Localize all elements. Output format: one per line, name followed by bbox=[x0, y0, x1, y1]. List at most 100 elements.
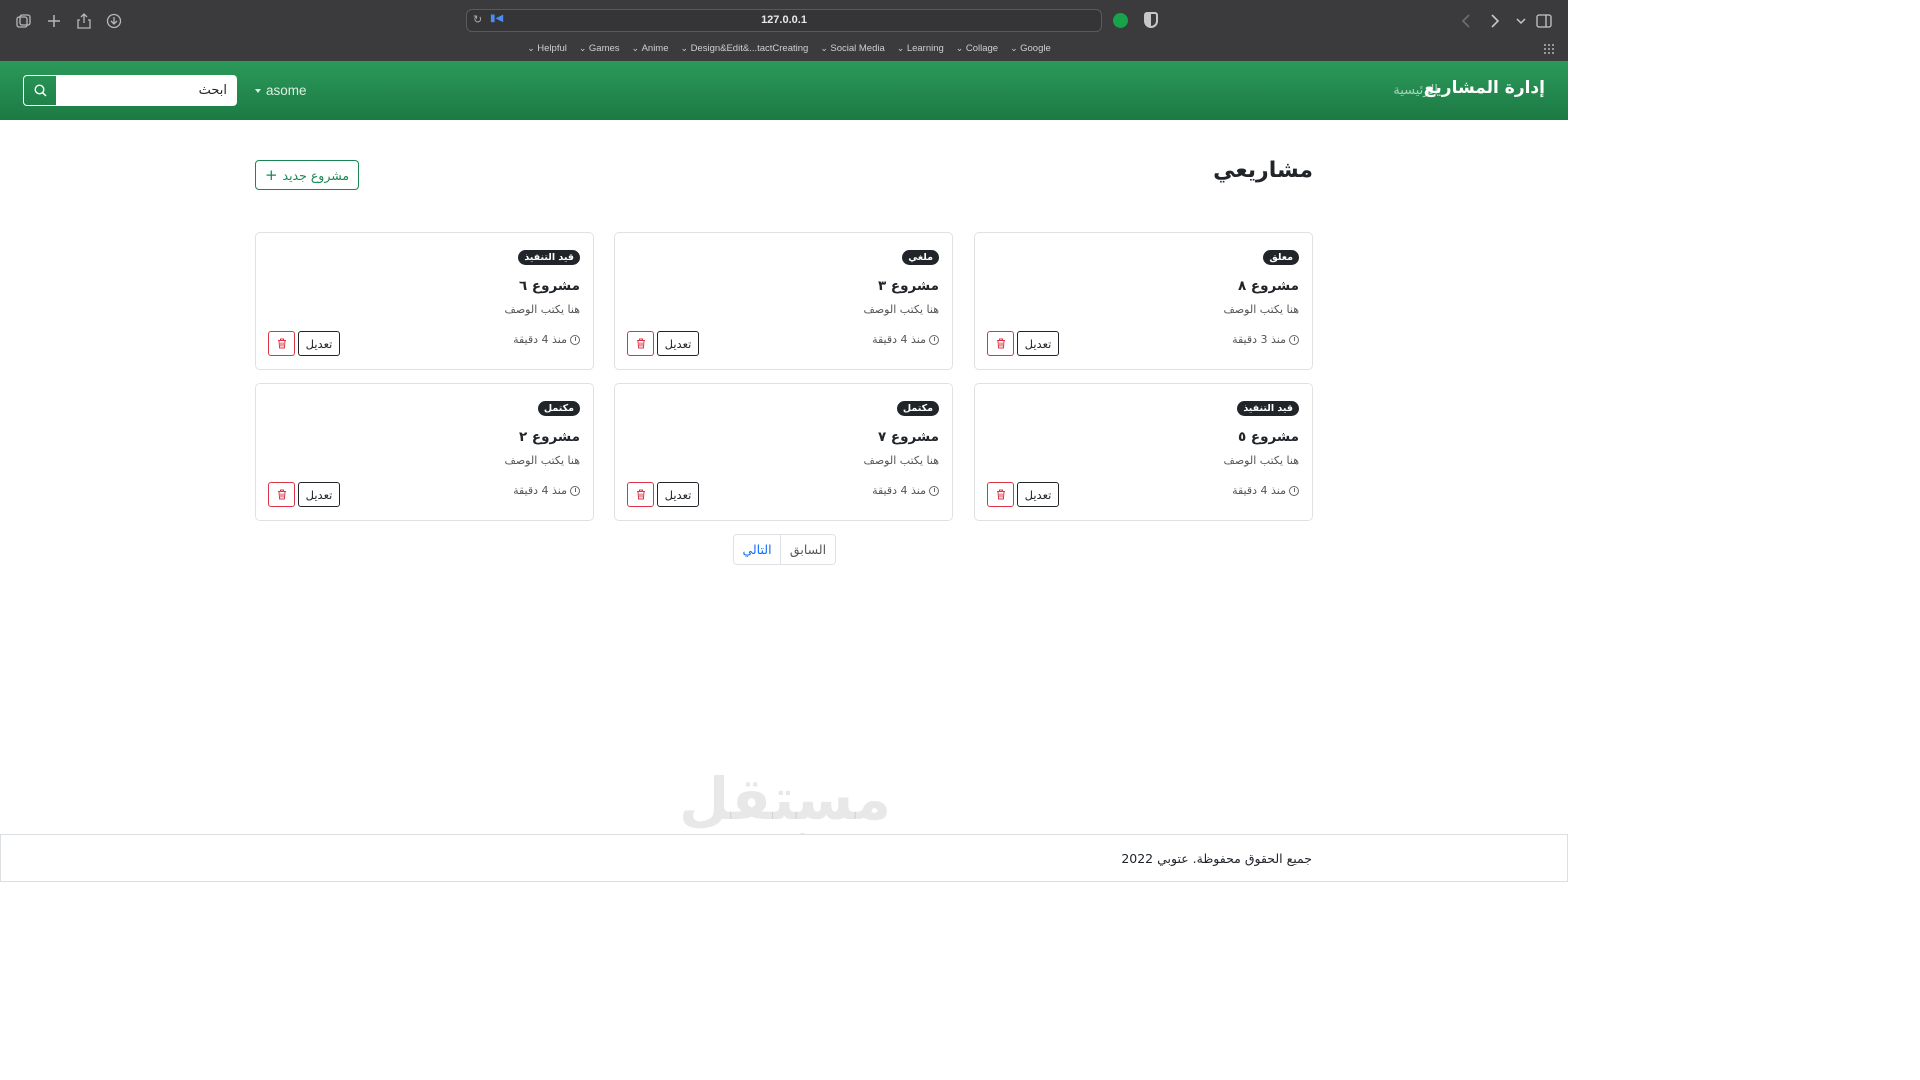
download-icon[interactable] bbox=[103, 10, 125, 32]
sidebar-toggle-icon[interactable] bbox=[1533, 10, 1555, 32]
clock-icon bbox=[929, 334, 939, 345]
clock-icon bbox=[1289, 485, 1299, 496]
project-description: هنا يكتب الوصف bbox=[504, 454, 580, 467]
user-dropdown[interactable]: asome bbox=[255, 83, 307, 98]
project-title: مشروع ٧ bbox=[877, 429, 939, 445]
delete-button[interactable] bbox=[627, 331, 654, 356]
project-description: هنا يكتب الوصف bbox=[504, 303, 580, 316]
watermark-arabic: مستقل bbox=[678, 765, 892, 833]
edit-button[interactable]: تعديل bbox=[657, 482, 699, 507]
chevron-down-icon[interactable] bbox=[1510, 10, 1532, 32]
status-badge: قيد التنفيذ bbox=[1237, 401, 1299, 416]
status-badge: مكتمل bbox=[896, 401, 939, 416]
project-card: ملغي مشروع ٣ هنا يكتب الوصف منذ 4 دقيقة … bbox=[614, 232, 953, 370]
footer-text: جميع الحقوق محفوظة. عتوبي 2022 bbox=[1121, 851, 1312, 866]
project-title: مشروع ٢ bbox=[518, 429, 580, 445]
bookmark-folder[interactable]: Anime bbox=[632, 43, 669, 57]
clock-icon bbox=[929, 485, 939, 496]
project-time: منذ 4 دقيقة bbox=[513, 333, 580, 346]
bookmark-folder[interactable]: Collage bbox=[956, 43, 998, 57]
edit-button[interactable]: تعديل bbox=[1017, 331, 1059, 356]
new-tab-icon[interactable] bbox=[43, 10, 65, 32]
project-card: قيد التنفيذ مشروع ٦ هنا يكتب الوصف منذ 4… bbox=[255, 232, 594, 370]
project-card: معلق مشروع ٨ هنا يكتب الوصف منذ 3 دقيقة … bbox=[974, 232, 1313, 370]
project-title: مشروع ٨ bbox=[1237, 278, 1299, 294]
project-card: مكتمل مشروع ٧ هنا يكتب الوصف منذ 4 دقيقة… bbox=[614, 383, 953, 521]
search-input[interactable] bbox=[56, 75, 237, 106]
bookmark-folder[interactable]: Games bbox=[579, 43, 620, 57]
extension-icon[interactable] bbox=[1113, 13, 1128, 28]
pagination: التالي السابق bbox=[733, 534, 836, 565]
url-text: 127.0.0.1 bbox=[761, 14, 807, 26]
share-icon[interactable] bbox=[73, 10, 95, 32]
nav-home-link[interactable]: الرئيسية bbox=[1393, 83, 1438, 98]
project-time: منذ 4 دقيقة bbox=[872, 484, 939, 497]
trash-icon bbox=[996, 338, 1005, 349]
caret-down-icon bbox=[255, 88, 261, 93]
new-project-button[interactable]: مشروع جديد + bbox=[255, 160, 359, 190]
clock-icon bbox=[1289, 334, 1299, 345]
trash-icon bbox=[996, 489, 1005, 500]
browser-toolbar: ↻ ▮◀ 127.0.0.1 Helpful Games Anime Desig… bbox=[0, 0, 1568, 61]
new-project-label: مشروع جديد bbox=[282, 167, 350, 183]
project-description: هنا يكتب الوصف bbox=[1223, 454, 1299, 467]
status-badge: قيد التنفيذ bbox=[518, 250, 580, 265]
clock-icon bbox=[570, 485, 580, 496]
time-text: منذ 4 دقيقة bbox=[872, 484, 926, 497]
project-time: منذ 4 دقيقة bbox=[513, 484, 580, 497]
forward-icon[interactable] bbox=[1484, 10, 1506, 32]
prev-page-link[interactable]: السابق bbox=[781, 535, 835, 564]
project-description: هنا يكتب الوصف bbox=[1223, 303, 1299, 316]
project-description: هنا يكتب الوصف bbox=[863, 454, 939, 467]
trash-icon bbox=[277, 489, 286, 500]
project-title: مشروع ٦ bbox=[518, 278, 580, 294]
project-description: هنا يكتب الوصف bbox=[863, 303, 939, 316]
bookmarks-bar: Helpful Games Anime Design&Edit&...tactC… bbox=[0, 43, 1568, 57]
trash-icon bbox=[277, 338, 286, 349]
project-title: مشروع ٥ bbox=[1237, 429, 1299, 445]
edit-button[interactable]: تعديل bbox=[657, 331, 699, 356]
footer: جميع الحقوق محفوظة. عتوبي 2022 bbox=[0, 834, 1568, 882]
search-icon bbox=[33, 84, 47, 97]
bookmark-folder[interactable]: Google bbox=[1010, 43, 1051, 57]
status-badge: ملغي bbox=[902, 250, 939, 265]
bookmark-folder[interactable]: Helpful bbox=[527, 43, 567, 57]
app-navbar: إدارة المشاريع الرئيسية asome bbox=[0, 61, 1568, 120]
project-time: منذ 4 دقيقة bbox=[872, 333, 939, 346]
time-text: منذ 4 دقيقة bbox=[872, 333, 926, 346]
project-time: منذ 4 دقيقة bbox=[1232, 484, 1299, 497]
project-card: مكتمل مشروع ٢ هنا يكتب الوصف منذ 4 دقيقة… bbox=[255, 383, 594, 521]
trash-icon bbox=[636, 489, 645, 500]
bookmark-folder[interactable]: Learning bbox=[897, 43, 944, 57]
bookmark-folder[interactable]: Design&Edit&...tactCreating bbox=[681, 43, 809, 57]
edit-button[interactable]: تعديل bbox=[298, 482, 340, 507]
edit-button[interactable]: تعديل bbox=[1017, 482, 1059, 507]
trash-icon bbox=[636, 338, 645, 349]
address-bar[interactable]: ↻ ▮◀ 127.0.0.1 bbox=[466, 9, 1102, 32]
next-page-link[interactable]: التالي bbox=[734, 535, 781, 564]
delete-button[interactable] bbox=[268, 331, 295, 356]
back-icon[interactable] bbox=[1455, 10, 1477, 32]
delete-button[interactable] bbox=[268, 482, 295, 507]
user-name: asome bbox=[266, 83, 307, 98]
clock-icon bbox=[570, 334, 580, 345]
time-text: منذ 4 دقيقة bbox=[1232, 484, 1286, 497]
time-text: منذ 4 دقيقة bbox=[513, 333, 567, 346]
bookmark-folder[interactable]: Social Media bbox=[820, 43, 884, 57]
brand-link[interactable]: إدارة المشاريع bbox=[1424, 78, 1545, 98]
shield-icon[interactable] bbox=[1144, 12, 1158, 28]
status-badge: مكتمل bbox=[537, 401, 580, 416]
delete-button[interactable] bbox=[987, 331, 1014, 356]
status-badge: معلق bbox=[1263, 250, 1299, 265]
page-title: مشاريعي bbox=[1213, 158, 1313, 183]
search-button[interactable] bbox=[23, 75, 57, 106]
tabs-overview-icon[interactable] bbox=[12, 10, 34, 32]
edit-button[interactable]: تعديل bbox=[298, 331, 340, 356]
project-time: منذ 3 دقيقة bbox=[1232, 333, 1299, 346]
time-text: منذ 3 دقيقة bbox=[1232, 333, 1286, 346]
delete-button[interactable] bbox=[627, 482, 654, 507]
project-card: قيد التنفيذ مشروع ٥ هنا يكتب الوصف منذ 4… bbox=[974, 383, 1313, 521]
time-text: منذ 4 دقيقة bbox=[513, 484, 567, 497]
delete-button[interactable] bbox=[987, 482, 1014, 507]
project-title: مشروع ٣ bbox=[877, 278, 939, 294]
